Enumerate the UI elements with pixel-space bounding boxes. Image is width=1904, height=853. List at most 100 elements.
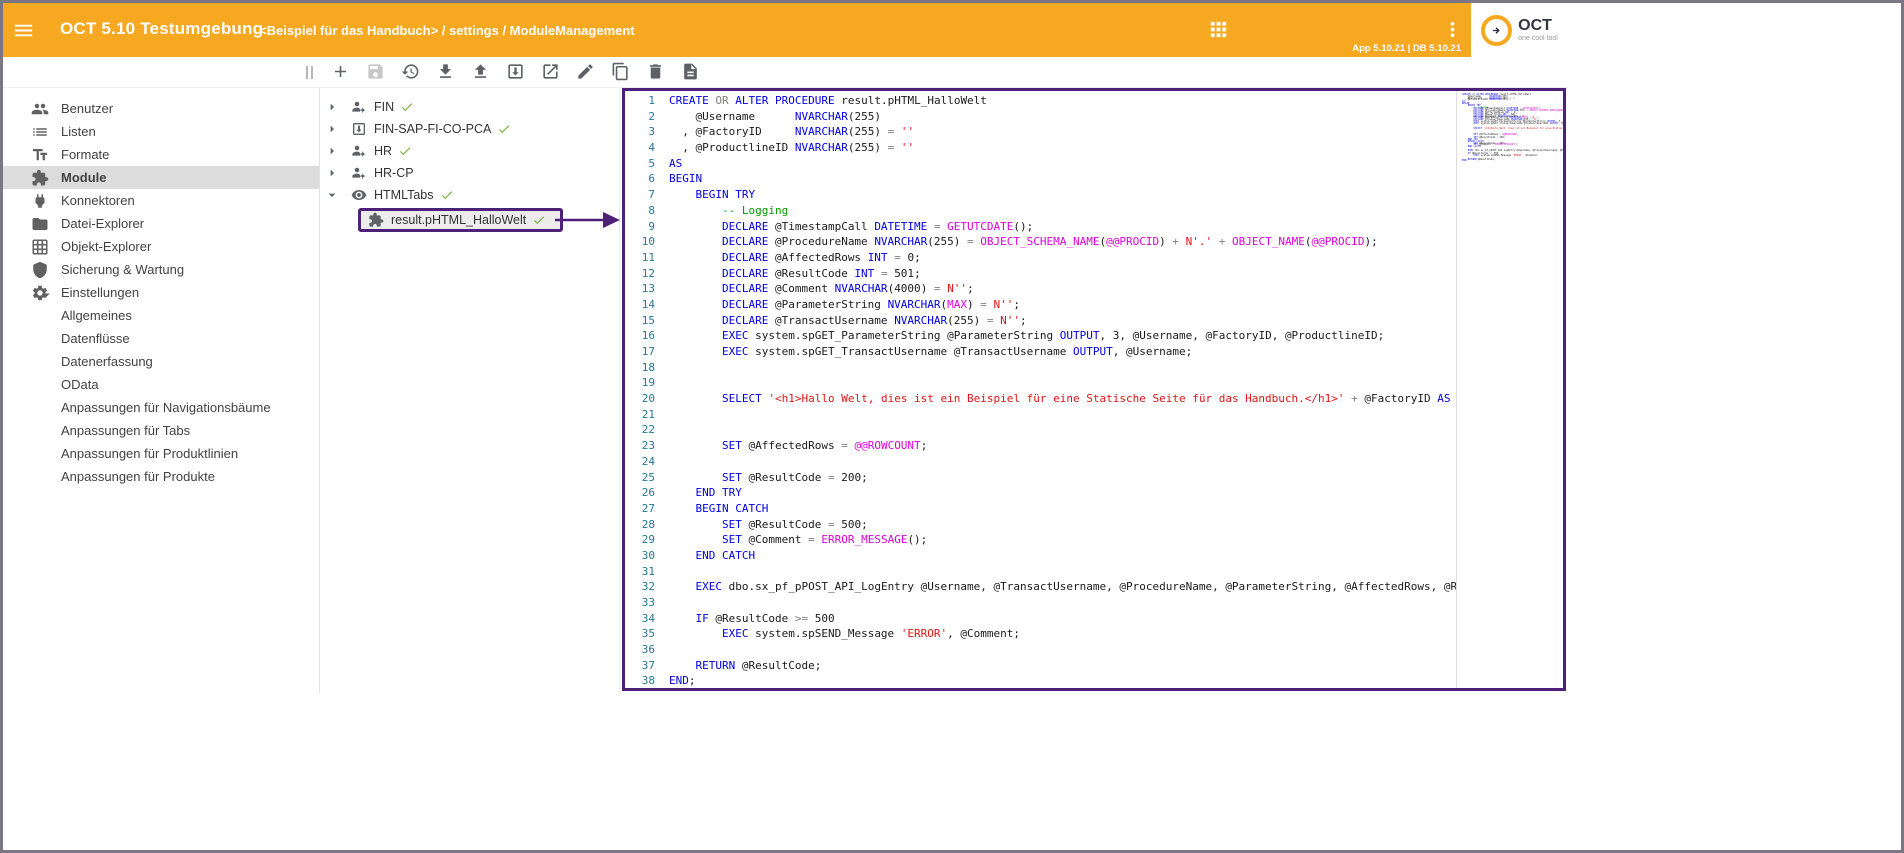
code-line[interactable]: 25 SET @ResultCode = 200; [625,470,1457,486]
code-line[interactable]: 16 EXEC system.spGET_ParameterString @Pa… [625,328,1457,344]
code-line[interactable]: 8 -- Logging [625,203,1457,219]
tree-item-fin-sap-fi-co-pca[interactable]: FIN-SAP-FI-CO-PCA [320,118,619,140]
arrow-right-icon[interactable] [324,99,340,115]
code-line[interactable]: 4 , @ProductlineID NVARCHAR(255) = '' [625,140,1457,156]
save-button[interactable] [365,62,385,82]
code-line[interactable]: 24 [625,454,1457,470]
edit-button[interactable] [575,62,595,82]
tree-item-htmltabs[interactable]: HTMLTabs [320,184,619,206]
sidebar-item-benutzer[interactable]: Benutzer [3,97,319,120]
code-line[interactable]: 32 EXEC dbo.sx_pf_pPOST_API_LogEntry @Us… [625,579,1457,595]
code-line[interactable]: 29 SET @Comment = ERROR_MESSAGE(); [625,532,1457,548]
code-line[interactable]: 23 SET @AffectedRows = @@ROWCOUNT; [625,438,1457,454]
code-line[interactable]: 12 DECLARE @ResultCode INT = 501; [625,266,1457,282]
import-button[interactable] [505,62,525,82]
sidebar-item-sicherung-wartung[interactable]: Sicherung & Wartung [3,258,319,281]
minimap[interactable]: CREATE OR ALTER PROCEDURE result.pHTML_H… [1457,91,1563,162]
sidebar: BenutzerListenFormateModuleKonnektorenDa… [3,88,320,693]
sidebar-item-datei-explorer[interactable]: Datei-Explorer [3,212,319,235]
tree-item-fin[interactable]: FIN [320,96,619,118]
export-button[interactable] [540,62,560,82]
minimap-line: SELECT '<h1>Hallo Welt, dies ist ein Bei… [1462,128,1562,130]
sidebar-item-einstellungen[interactable]: Einstellungen [3,281,319,304]
code-line[interactable]: 35 EXEC system.spSEND_Message 'ERROR', @… [625,626,1457,642]
code-line[interactable]: 13 DECLARE @Comment NVARCHAR(4000) = N''… [625,281,1457,297]
code-line[interactable]: 15 DECLARE @TransactUsername NVARCHAR(25… [625,313,1457,329]
annotation-highlight-box: result.pHTML_HalloWelt [358,208,563,232]
code-lines[interactable]: 1CREATE OR ALTER PROCEDURE result.pHTML_… [625,91,1457,688]
apps-grid-icon[interactable] [1207,18,1230,41]
tree-item-label: HR [374,144,392,158]
sidebar-item-label: Module [61,170,107,185]
code-line[interactable]: 14 DECLARE @ParameterString NVARCHAR(MAX… [625,297,1457,313]
download-button[interactable] [435,62,455,82]
code-line[interactable]: 18 [625,360,1457,376]
code-line[interactable]: 21 [625,407,1457,423]
code-line[interactable]: 3 , @FactoryID NVARCHAR(255) = '' [625,124,1457,140]
sidebar-item-anpassungen-für-produktlinien[interactable]: Anpassungen für Produktlinien [3,442,319,465]
arrow-down-icon[interactable] [324,187,340,203]
file-copy-button[interactable] [680,62,700,82]
code-line[interactable]: 36 [625,642,1457,658]
code-line[interactable]: 34 IF @ResultCode >= 500 [625,611,1457,627]
code-line[interactable]: 6BEGIN [625,171,1457,187]
code-line[interactable]: 1CREATE OR ALTER PROCEDURE result.pHTML_… [625,93,1457,109]
code-line[interactable]: 20 SELECT '<h1>Hallo Welt, dies ist ein … [625,391,1457,407]
tree-item-label: HR-CP [374,166,414,180]
code-line[interactable]: 31 [625,564,1457,580]
code-line[interactable]: 5AS [625,156,1457,172]
code-line[interactable]: 38END; [625,673,1457,688]
tree-item-label: FIN [374,100,394,114]
logo-circle-icon [1481,15,1512,46]
sidebar-item-anpassungen-für-produkte[interactable]: Anpassungen für Produkte [3,465,319,488]
restore-button[interactable] [400,62,420,82]
code-line[interactable]: 26 END TRY [625,485,1457,501]
line-number: 21 [625,407,655,423]
more-vert-icon[interactable] [1441,18,1464,41]
sidebar-item-allgemeines[interactable]: Allgemeines [3,304,319,327]
code-line[interactable]: 10 DECLARE @ProcedureName NVARCHAR(255) … [625,234,1457,250]
copy-button[interactable] [610,62,630,82]
sidebar-item-odata[interactable]: OData [3,373,319,396]
code-line[interactable]: 30 END CATCH [625,548,1457,564]
sidebar-item-konnektoren[interactable]: Konnektoren [3,189,319,212]
sidebar-item-datenflüsse[interactable]: Datenflüsse [3,327,319,350]
arrow-right-icon[interactable] [324,165,340,181]
code-line[interactable]: 9 DECLARE @TimestampCall DATETIME = GETU… [625,219,1457,235]
code-line[interactable]: 2 @Username NVARCHAR(255) [625,109,1457,125]
tree-item-result-phtml-hallowelt[interactable]: result.pHTML_HalloWelt [320,206,619,234]
code-line[interactable]: 28 SET @ResultCode = 500; [625,517,1457,533]
add-button[interactable] [330,62,350,82]
code-line[interactable]: 33 [625,595,1457,611]
code-line[interactable]: 22 [625,422,1457,438]
sidebar-item-listen[interactable]: Listen [3,120,319,143]
line-number: 2 [625,109,655,125]
panel-splitter-handle[interactable] [306,66,313,79]
upload-button[interactable] [470,62,490,82]
arrow-right-icon[interactable] [324,143,340,159]
tree-item-hr-cp[interactable]: HR-CP [320,162,619,184]
hamburger-menu-icon[interactable] [12,19,35,42]
code-line[interactable]: 27 BEGIN CATCH [625,501,1457,517]
sidebar-item-label: Anpassungen für Produkte [61,469,215,484]
code-line[interactable]: 19 [625,375,1457,391]
code-line[interactable]: 37 RETURN @ResultCode; [625,658,1457,674]
puzzle-icon [368,212,384,228]
sidebar-item-anpassungen-für-tabs[interactable]: Anpassungen für Tabs [3,419,319,442]
text-format-icon [31,146,49,164]
arrow-right-icon[interactable] [324,121,340,137]
line-number: 34 [625,611,655,627]
code-line[interactable]: 17 EXEC system.spGET_TransactUsername @T… [625,344,1457,360]
sidebar-item-datenerfassung[interactable]: Datenerfassung [3,350,319,373]
delete-button[interactable] [645,62,665,82]
tree-item-hr[interactable]: HR [320,140,619,162]
sidebar-item-anpassungen-für-navigationsbäume[interactable]: Anpassungen für Navigationsbäume [3,396,319,419]
code-line[interactable]: 7 BEGIN TRY [625,187,1457,203]
sidebar-item-objekt-explorer[interactable]: Objekt-Explorer [3,235,319,258]
sidebar-item-module[interactable]: Module [3,166,319,189]
sidebar-item-formate[interactable]: Formate [3,143,319,166]
code-line[interactable]: 11 DECLARE @AffectedRows INT = 0; [625,250,1457,266]
caret-down-icon[interactable] [37,286,55,304]
tree-item-label: HTMLTabs [374,188,434,202]
code-editor[interactable]: 1CREATE OR ALTER PROCEDURE result.pHTML_… [622,88,1566,691]
